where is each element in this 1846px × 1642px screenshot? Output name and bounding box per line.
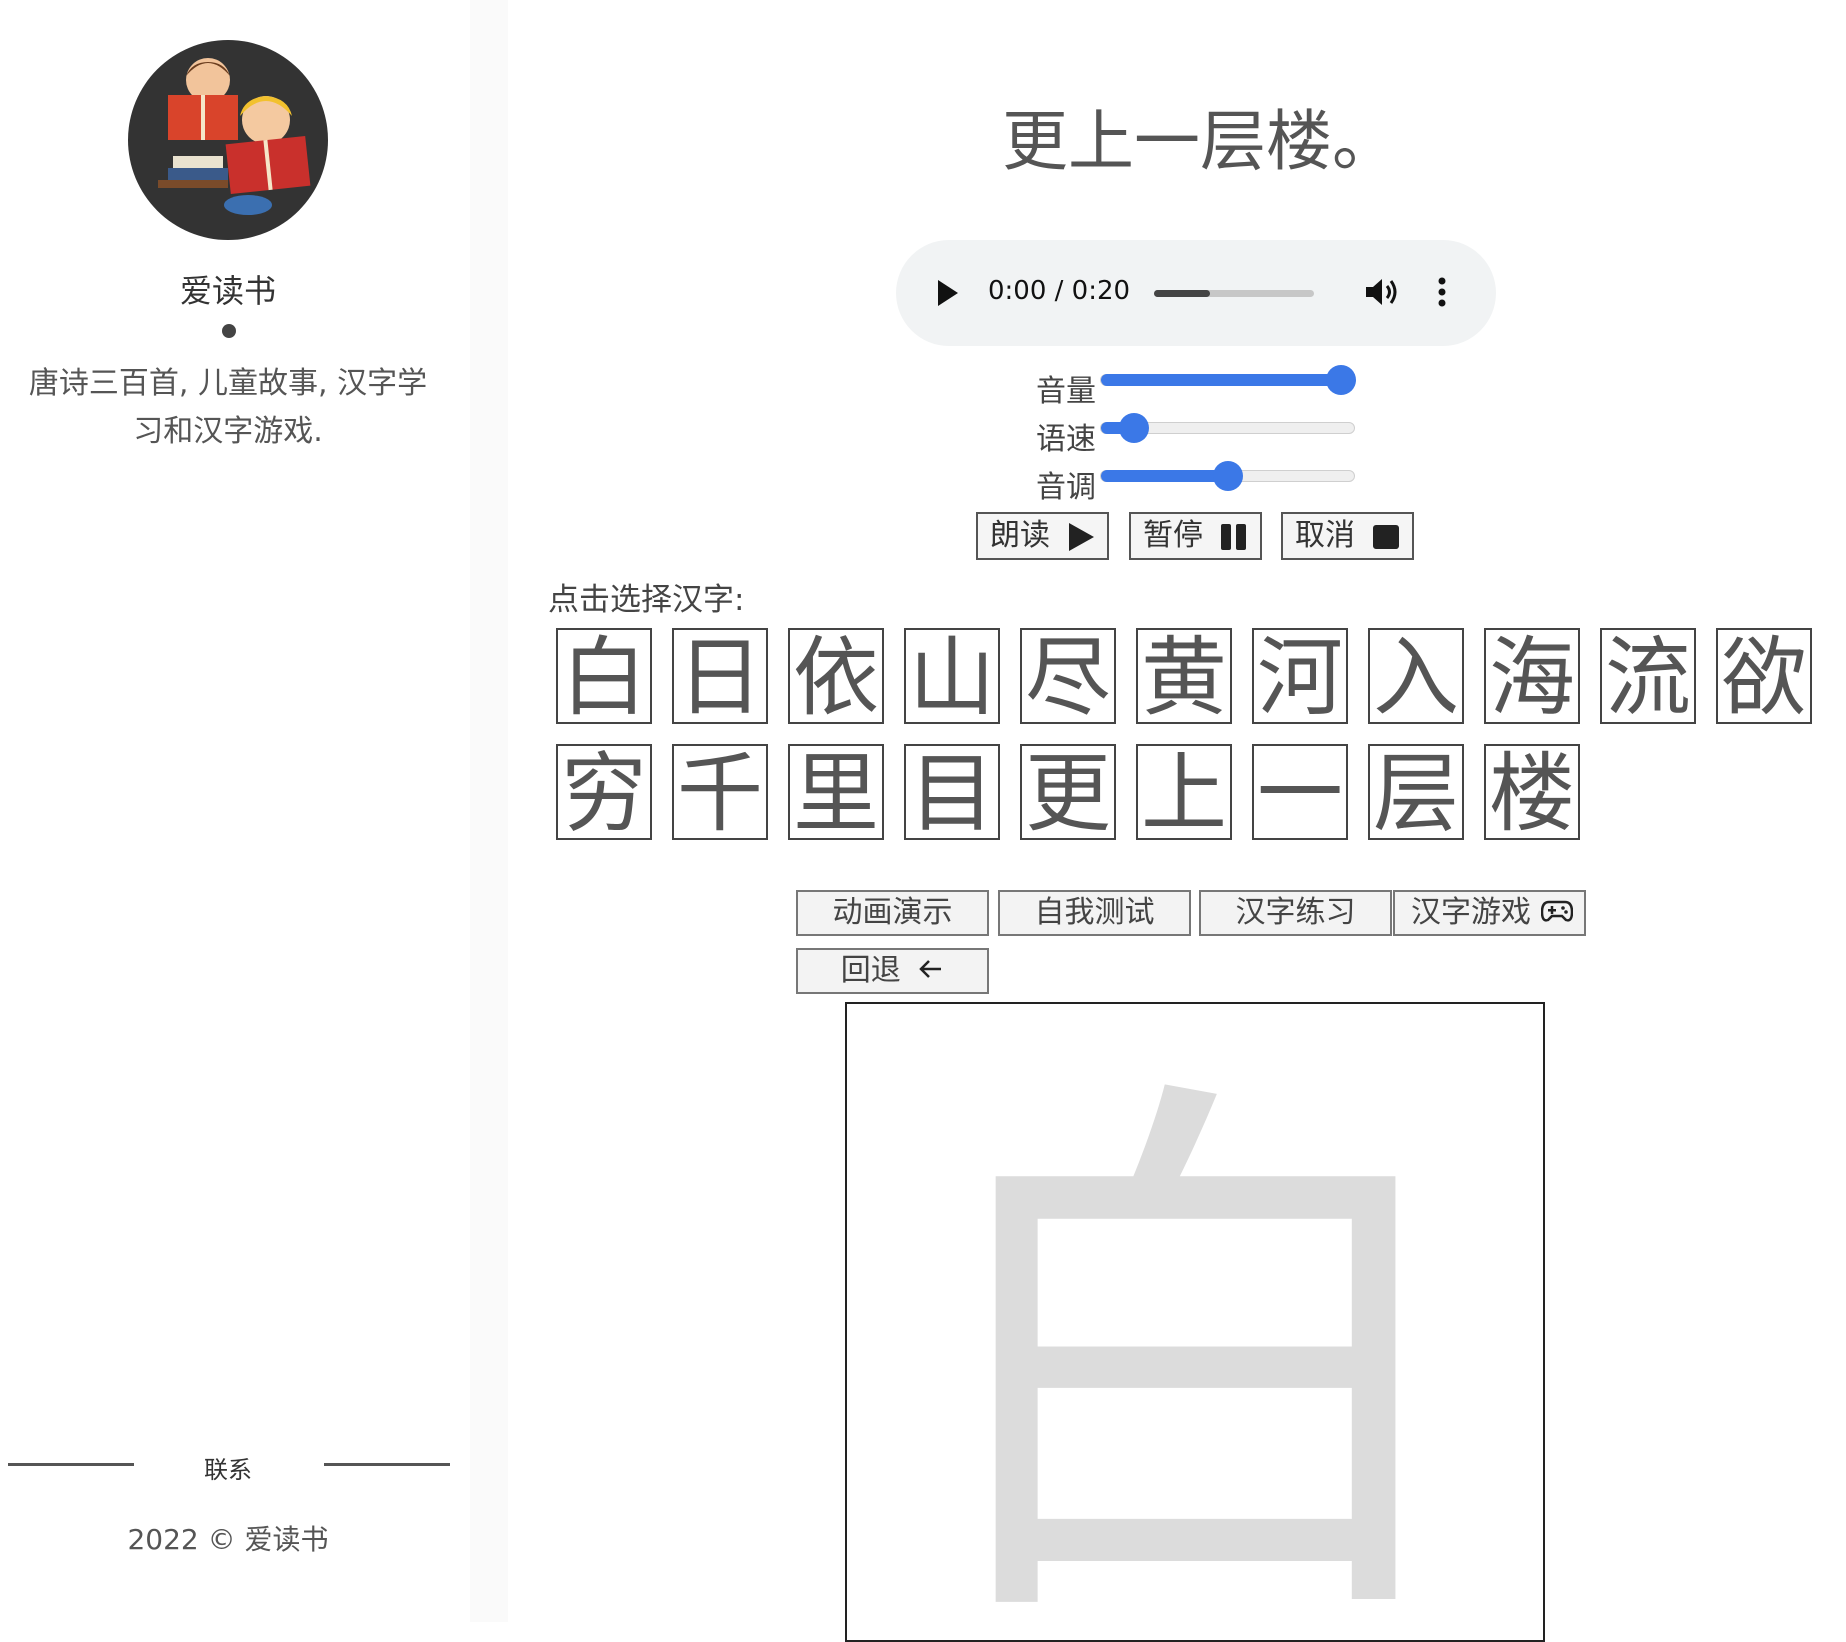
more-options-icon[interactable] — [1436, 276, 1448, 308]
play-icon — [1069, 523, 1094, 551]
volume-slider-fill — [1101, 374, 1342, 386]
separator-dot — [222, 324, 236, 338]
volume-slider[interactable] — [1100, 365, 1357, 395]
copyright: 2022 © 爱读书 — [127, 1523, 329, 1556]
poem-line-title: 更上一层楼。 — [1002, 103, 1398, 180]
volume-slider-thumb[interactable] — [1326, 365, 1357, 395]
character-tile[interactable]: 穷 — [556, 744, 652, 840]
gamepad-icon — [1540, 900, 1573, 922]
cancel-label: 取消 — [1295, 518, 1355, 553]
pitch-slider[interactable] — [1100, 461, 1355, 491]
character-tile[interactable]: 更 — [1020, 744, 1116, 840]
audio-progress-fill — [1154, 290, 1210, 297]
audio-progress-bar[interactable] — [1154, 290, 1314, 297]
pause-label: 暂停 — [1143, 518, 1203, 553]
character-tile[interactable]: 千 — [672, 744, 768, 840]
character-tile[interactable]: 欲 — [1716, 628, 1812, 724]
canvas-character-outline: 白 — [915, 1038, 1475, 1642]
read-aloud-label: 朗读 — [990, 518, 1050, 553]
volume-icon[interactable] — [1364, 276, 1400, 308]
character-tile[interactable]: 层 — [1368, 744, 1464, 840]
character-tile[interactable]: 河 — [1252, 628, 1348, 724]
character-tile[interactable]: 白 — [556, 628, 652, 724]
site-name[interactable]: 爱读书 — [0, 266, 456, 312]
character-practice-button[interactable]: 汉字练习 — [1199, 890, 1392, 936]
rate-slider[interactable] — [1100, 413, 1355, 443]
select-character-prompt: 点击选择汉字: — [548, 582, 745, 618]
rate-slider-thumb[interactable] — [1118, 413, 1149, 443]
character-game-label: 汉字游戏 — [1411, 895, 1531, 930]
read-aloud-button[interactable]: 朗读 — [976, 512, 1109, 560]
character-tile[interactable]: 楼 — [1484, 744, 1580, 840]
character-tile[interactable]: 入 — [1368, 628, 1464, 724]
character-tile[interactable]: 里 — [788, 744, 884, 840]
site-description: 唐诗三百首, 儿童故事, 汉字学习和汉字游戏. — [28, 366, 428, 449]
back-label: 回退 — [840, 953, 901, 988]
character-writing-canvas[interactable]: 白 — [845, 1002, 1545, 1642]
self-test-button[interactable]: 自我测试 — [998, 890, 1191, 936]
rate-slider-label: 语速 — [1036, 422, 1096, 457]
pitch-slider-fill — [1101, 470, 1228, 482]
kids-reading-illustration — [158, 58, 311, 215]
pause-icon — [1221, 524, 1246, 550]
stop-icon — [1373, 525, 1399, 549]
character-tile[interactable]: 日 — [672, 628, 768, 724]
arrow-left-icon — [919, 960, 942, 978]
avatar — [128, 40, 328, 240]
pitch-slider-label: 音调 — [1036, 470, 1096, 505]
volume-slider-label: 音量 — [1036, 374, 1096, 409]
character-game-button[interactable]: 汉字游戏 — [1393, 890, 1586, 936]
footer-divider-right — [324, 1463, 450, 1466]
character-tile[interactable]: 目 — [904, 744, 1000, 840]
contact-link[interactable]: 联系 — [0, 1450, 456, 1485]
character-tile[interactable]: 依 — [788, 628, 884, 724]
back-button[interactable]: 回退 — [796, 948, 989, 994]
sidebar-gutter — [470, 0, 508, 1622]
sidebar: 爱读书 唐诗三百首, 儿童故事, 汉字学习和汉字游戏. 联系 2022 © 爱读… — [0, 0, 470, 1622]
character-tile[interactable]: 流 — [1600, 628, 1696, 724]
audio-player[interactable]: 0:00 / 0:20 — [896, 240, 1496, 346]
character-tile[interactable]: 一 — [1252, 744, 1348, 840]
character-tile[interactable]: 上 — [1136, 744, 1232, 840]
character-tile[interactable]: 尽 — [1020, 628, 1116, 724]
cancel-button[interactable]: 取消 — [1281, 512, 1414, 560]
animation-demo-button[interactable]: 动画演示 — [796, 890, 989, 936]
character-tile[interactable]: 黄 — [1136, 628, 1232, 724]
pause-button[interactable]: 暂停 — [1129, 512, 1262, 560]
pitch-slider-thumb[interactable] — [1212, 461, 1243, 491]
audio-time: 0:00 / 0:20 — [988, 276, 1131, 306]
character-tile[interactable]: 海 — [1484, 628, 1580, 724]
character-tile[interactable]: 山 — [904, 628, 1000, 724]
play-icon[interactable] — [938, 280, 958, 306]
